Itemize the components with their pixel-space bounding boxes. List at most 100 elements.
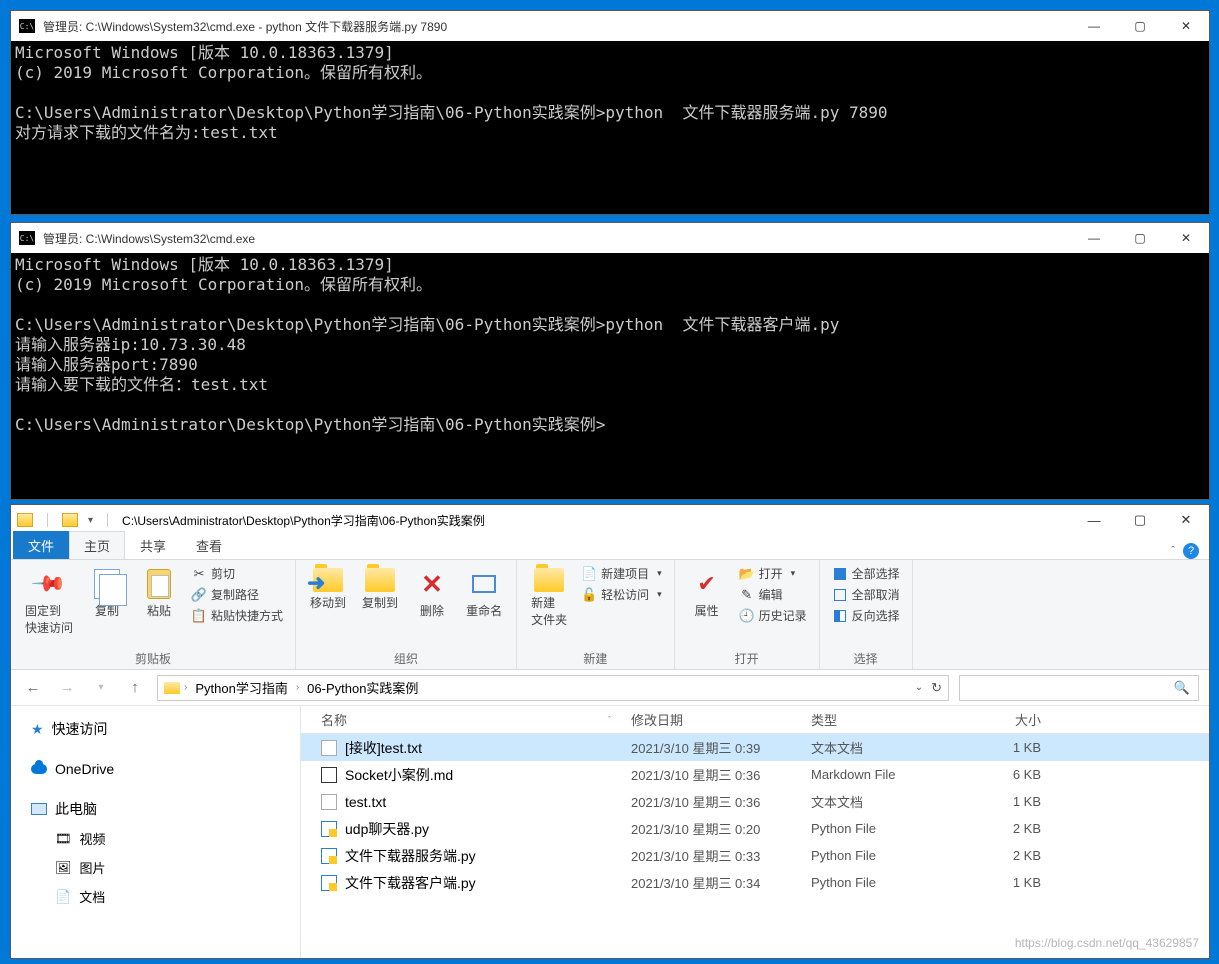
- pin-icon: 📌: [30, 565, 68, 603]
- paste-icon: [147, 569, 171, 599]
- file-type: 文本文档: [811, 738, 961, 757]
- video-icon: 🎞: [55, 831, 72, 847]
- column-size[interactable]: 大小: [961, 710, 1041, 729]
- new-folder-button[interactable]: 新建 文件夹: [525, 564, 573, 632]
- minimize-button[interactable]: —: [1071, 505, 1117, 535]
- group-label: 组织: [304, 648, 508, 667]
- select-all-button[interactable]: 全部选择: [828, 564, 904, 583]
- breadcrumb-box[interactable]: › Python学习指南 › 06-Python实践案例 ⌄ ↻: [157, 675, 949, 701]
- tab-home[interactable]: 主页: [69, 531, 125, 559]
- sidebar-item-docs[interactable]: 📄文档: [11, 882, 300, 911]
- title-bar: C:\ 管理员: C:\Windows\System32\cmd.exe — ▢…: [11, 223, 1209, 253]
- arrow-right-icon: ➜: [307, 570, 325, 596]
- breadcrumb-item[interactable]: 06-Python实践案例: [303, 678, 422, 697]
- copy-path-button[interactable]: 🔗复制路径: [187, 585, 287, 604]
- minimize-button[interactable]: —: [1071, 223, 1117, 253]
- paste-shortcut-button[interactable]: 📋粘贴快捷方式: [187, 606, 287, 625]
- file-type: Python File: [811, 821, 961, 836]
- column-date[interactable]: 修改日期: [631, 710, 811, 729]
- file-row[interactable]: udp聊天器.py2021/3/10 星期三 0:20Python File2 …: [301, 815, 1209, 842]
- help-icon[interactable]: ?: [1183, 543, 1199, 559]
- refresh-icon[interactable]: ↻: [931, 680, 942, 696]
- maximize-button[interactable]: ▢: [1117, 505, 1163, 535]
- ribbon: 📌固定到 快速访问 复制 粘贴 ✂剪切 🔗复制路径 📋粘贴快捷方式 剪贴板 ➜移…: [11, 560, 1209, 670]
- sidebar-item-onedrive[interactable]: OneDrive: [11, 756, 300, 782]
- new-item-button[interactable]: 📄新建项目▾: [577, 564, 666, 583]
- easy-access-button[interactable]: 🔓轻松访问▾: [577, 585, 666, 604]
- group-label: 选择: [828, 648, 904, 667]
- collapse-ribbon-icon[interactable]: ˆ: [1171, 545, 1175, 557]
- move-to-button[interactable]: ➜移动到: [304, 564, 352, 615]
- open-icon: 📂: [739, 566, 755, 582]
- chevron-right-icon[interactable]: ›: [184, 682, 187, 693]
- qat-folder-icon[interactable]: [62, 513, 78, 527]
- check-icon: ✔: [697, 571, 715, 597]
- copy-icon: [94, 569, 120, 599]
- select-invert-button[interactable]: 反向选择: [828, 606, 904, 625]
- open-button[interactable]: 📂打开▾: [735, 564, 811, 583]
- close-button[interactable]: ✕: [1163, 505, 1209, 535]
- file-size: 1 KB: [961, 740, 1041, 755]
- file-name: 文件下载器客户端.py: [345, 873, 476, 893]
- forward-button[interactable]: →: [55, 676, 79, 700]
- file-row[interactable]: [接收]test.txt2021/3/10 星期三 0:39文本文档1 KB: [301, 734, 1209, 761]
- tab-view[interactable]: 查看: [181, 531, 237, 559]
- column-headers: 名称ˆ 修改日期 类型 大小: [301, 706, 1209, 734]
- chevron-right-icon[interactable]: ›: [296, 682, 299, 693]
- paste-button[interactable]: 粘贴: [135, 564, 183, 623]
- tab-file[interactable]: 文件: [13, 531, 69, 559]
- cmd-window-server: C:\ 管理员: C:\Windows\System32\cmd.exe - p…: [10, 10, 1210, 215]
- rename-button[interactable]: 重命名: [460, 564, 508, 623]
- file-row[interactable]: Socket小案例.md2021/3/10 星期三 0:36Markdown F…: [301, 761, 1209, 788]
- back-button[interactable]: ←: [21, 676, 45, 700]
- properties-button[interactable]: ✔属性: [683, 564, 731, 623]
- file-name: test.txt: [345, 794, 386, 810]
- file-size: 6 KB: [961, 767, 1041, 782]
- up-button[interactable]: ↑: [123, 676, 147, 700]
- delete-button[interactable]: ✕删除: [408, 564, 456, 623]
- recent-button[interactable]: ▾: [89, 676, 113, 700]
- sidebar-item-quick-access[interactable]: ★快速访问: [11, 714, 300, 744]
- maximize-button[interactable]: ▢: [1117, 11, 1163, 41]
- history-button[interactable]: 🕘历史记录: [735, 606, 811, 625]
- copy-button[interactable]: 复制: [83, 564, 131, 623]
- group-label: 新建: [525, 648, 666, 667]
- pin-quick-access-button[interactable]: 📌固定到 快速访问: [19, 564, 79, 640]
- file-row[interactable]: 文件下载器服务端.py2021/3/10 星期三 0:33Python File…: [301, 842, 1209, 869]
- minimize-button[interactable]: —: [1071, 11, 1117, 41]
- window-title: 管理员: C:\Windows\System32\cmd.exe - pytho…: [43, 18, 1071, 35]
- search-input[interactable]: 🔍: [959, 675, 1199, 701]
- sidebar-item-video[interactable]: 🎞视频: [11, 824, 300, 853]
- watermark: https://blog.csdn.net/qq_43629857: [1015, 936, 1199, 950]
- path-icon: 🔗: [191, 587, 207, 603]
- copy-to-button[interactable]: 复制到: [356, 564, 404, 615]
- ribbon-tabs: 文件 主页 共享 查看 ˆ ?: [11, 535, 1209, 560]
- cmd-window-client: C:\ 管理员: C:\Windows\System32\cmd.exe — ▢…: [10, 222, 1210, 500]
- column-name[interactable]: 名称ˆ: [321, 710, 631, 729]
- maximize-button[interactable]: ▢: [1117, 223, 1163, 253]
- qat-dropdown-icon[interactable]: ▾: [88, 515, 93, 526]
- close-button[interactable]: ✕: [1163, 11, 1209, 41]
- edit-button[interactable]: ✎编辑: [735, 585, 811, 604]
- file-row[interactable]: 文件下载器客户端.py2021/3/10 星期三 0:34Python File…: [301, 869, 1209, 896]
- file-size: 1 KB: [961, 875, 1041, 890]
- tab-share[interactable]: 共享: [125, 531, 181, 559]
- select-none-button[interactable]: 全部取消: [828, 585, 904, 604]
- file-date: 2021/3/10 星期三 0:33: [631, 846, 811, 865]
- file-icon: [321, 875, 337, 891]
- close-button[interactable]: ✕: [1163, 223, 1209, 253]
- column-type[interactable]: 类型: [811, 710, 961, 729]
- file-name: 文件下载器服务端.py: [345, 846, 476, 866]
- history-icon: 🕘: [739, 608, 755, 624]
- pictures-icon: 🖼: [55, 860, 72, 876]
- sidebar-item-pc[interactable]: 此电脑: [11, 794, 300, 824]
- file-row[interactable]: test.txt2021/3/10 星期三 0:36文本文档1 KB: [301, 788, 1209, 815]
- file-list: [接收]test.txt2021/3/10 星期三 0:39文本文档1 KBSo…: [301, 734, 1209, 958]
- sidebar-item-pictures[interactable]: 🖼图片: [11, 853, 300, 882]
- file-date: 2021/3/10 星期三 0:34: [631, 873, 811, 892]
- terminal-output[interactable]: Microsoft Windows [版本 10.0.18363.1379] (…: [11, 41, 1209, 214]
- cut-button[interactable]: ✂剪切: [187, 564, 287, 583]
- dropdown-icon[interactable]: ⌄: [915, 682, 923, 693]
- terminal-output[interactable]: Microsoft Windows [版本 10.0.18363.1379] (…: [11, 253, 1209, 499]
- breadcrumb-item[interactable]: Python学习指南: [191, 678, 291, 697]
